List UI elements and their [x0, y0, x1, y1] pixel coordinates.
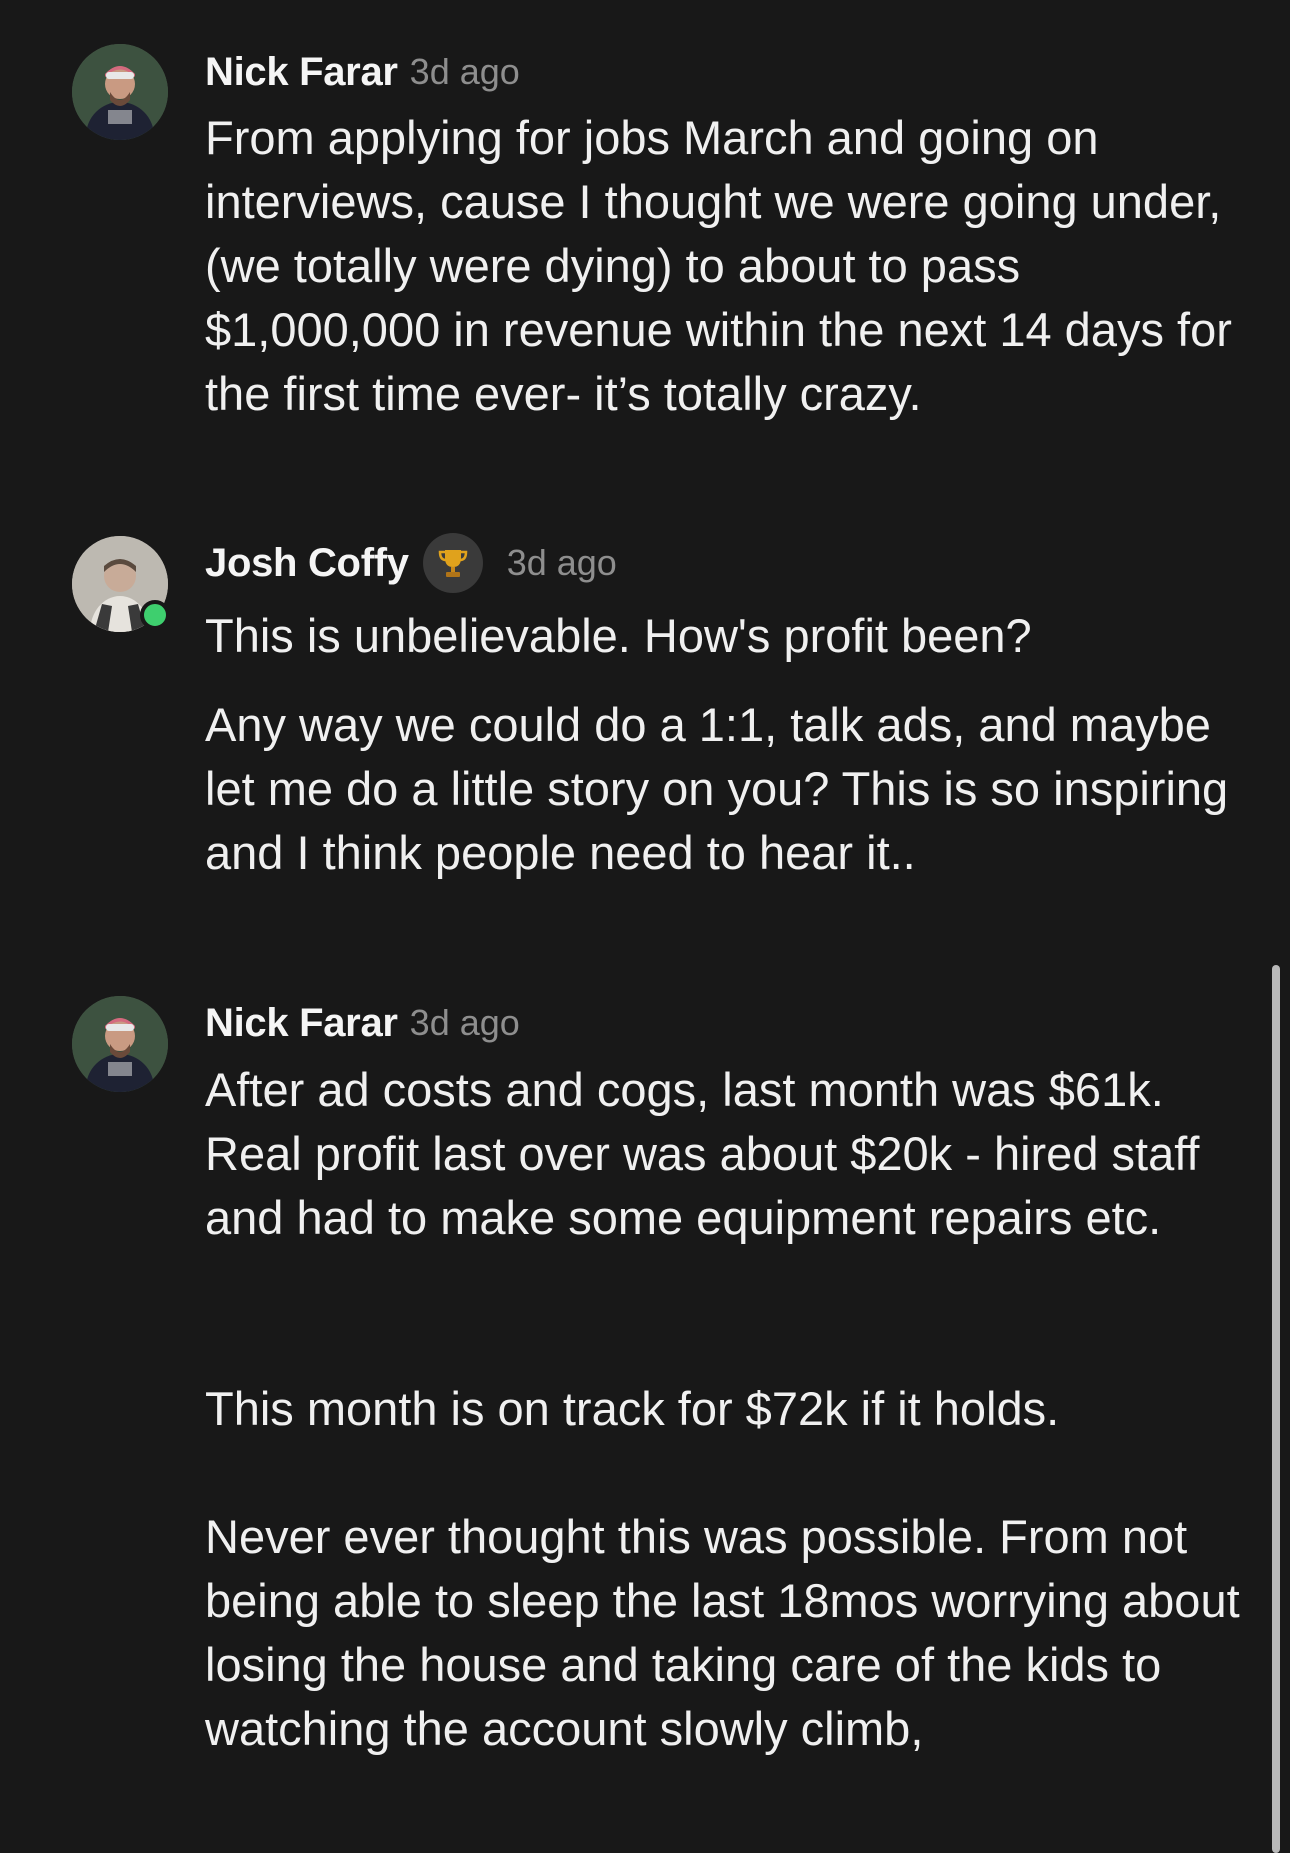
comment-paragraph: Never ever thought this was possible. Fr…: [205, 1510, 1240, 1755]
person-silhouette-icon: [72, 44, 168, 140]
comment-paragraph: This month is on track for $72k if it ho…: [205, 1382, 1060, 1435]
person-silhouette-icon: [72, 996, 168, 1092]
comment-header: Josh Coffy 3d ago: [205, 533, 617, 593]
comment-header: Nick Farar 3d ago: [205, 47, 520, 97]
user-avatar[interactable]: [72, 536, 170, 632]
avatar-photo: [72, 44, 168, 140]
timestamp[interactable]: 3d ago: [507, 542, 617, 584]
comment-header: Nick Farar 3d ago: [205, 998, 520, 1048]
online-status-indicator: [140, 600, 170, 630]
timestamp[interactable]: 3d ago: [410, 51, 520, 93]
user-avatar[interactable]: [72, 996, 168, 1092]
avatar-photo: [72, 996, 168, 1092]
author-name[interactable]: Josh Coffy: [205, 541, 409, 586]
comment-paragraph: This is unbelievable. How's profit been?: [205, 609, 1032, 662]
trophy-icon: [438, 550, 467, 577]
timestamp[interactable]: 3d ago: [410, 1002, 520, 1044]
user-avatar[interactable]: [72, 44, 168, 140]
scrollbar-thumb[interactable]: [1272, 965, 1280, 1853]
comment-thread: Nick Farar 3d ago From applying for jobs…: [0, 0, 1290, 1853]
comment-paragraph: After ad costs and cogs, last month was …: [205, 1063, 1200, 1244]
comment-paragraph: Any way we could do a 1:1, talk ads, and…: [205, 698, 1229, 879]
trophy-badge[interactable]: [422, 533, 483, 593]
comment-body: From applying for jobs March and going o…: [205, 111, 1232, 420]
author-name[interactable]: Nick Farar: [205, 1001, 398, 1046]
author-name[interactable]: Nick Farar: [205, 50, 398, 95]
